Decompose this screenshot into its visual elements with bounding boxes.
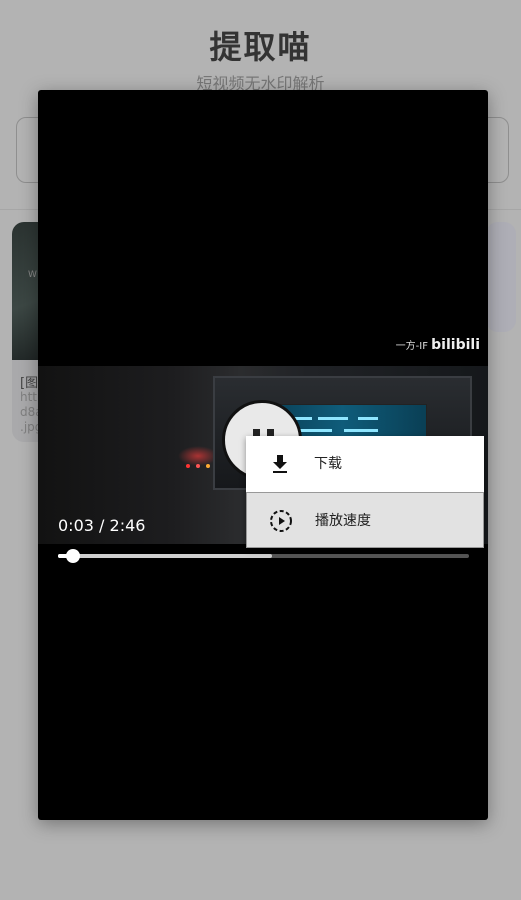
video-light <box>178 446 218 466</box>
time-display: 0:03 / 2:46 <box>58 516 145 535</box>
progress-bar[interactable] <box>58 549 469 563</box>
card-url: htt <box>20 390 38 404</box>
video-led <box>206 464 210 468</box>
watermark: 一方-IF bilibili <box>396 337 480 353</box>
progress-buffered <box>58 554 272 558</box>
playback-speed-icon <box>270 510 292 532</box>
bilibili-logo: bilibili <box>431 337 480 353</box>
watermark-uploader: 一方-IF <box>395 341 428 352</box>
download-icon <box>273 455 287 473</box>
menu-item-label: 下载 <box>314 456 342 472</box>
video-led <box>186 464 190 468</box>
menu-item-playback-speed[interactable]: 播放速度 <box>246 492 484 548</box>
time-separator: / <box>99 516 105 535</box>
menu-item-label: 播放速度 <box>315 513 371 529</box>
app-title: 提取喵 <box>209 28 312 66</box>
context-menu: 下载 播放速度 <box>246 436 484 548</box>
video-led <box>196 464 200 468</box>
current-time: 0:03 <box>58 516 94 535</box>
menu-item-download[interactable]: 下载 <box>246 436 484 492</box>
duration: 2:46 <box>109 516 146 535</box>
result-card[interactable] <box>486 222 516 332</box>
card-title: [图 <box>20 376 39 391</box>
thumbnail-text: W <box>28 270 37 280</box>
progress-thumb[interactable] <box>65 549 80 563</box>
